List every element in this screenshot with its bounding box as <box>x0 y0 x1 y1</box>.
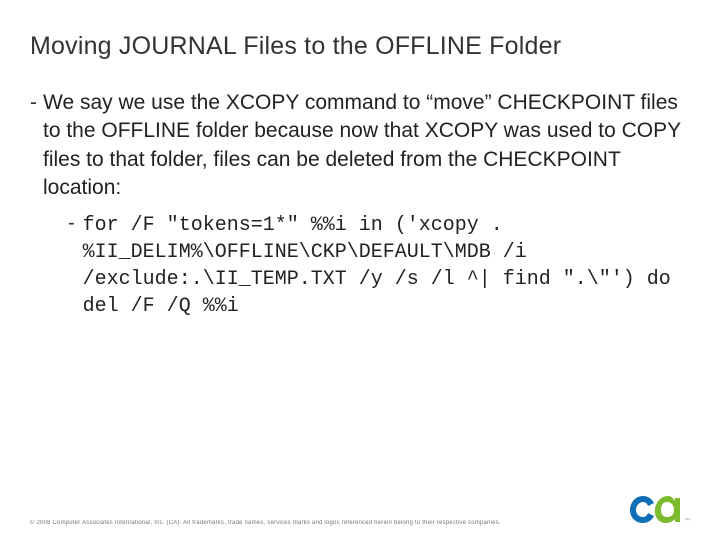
bullet-level-2: - for /F "tokens=1*" %%i in ('xcopy . %I… <box>68 212 690 320</box>
bullet-level-1: - We say we use the XCOPY command to “mo… <box>30 89 690 202</box>
bullet-dash: - <box>30 89 43 202</box>
ca-logo-icon <box>628 490 682 526</box>
copyright-text: © 2006 Computer Associates International… <box>30 520 501 526</box>
page-title: Moving JOURNAL Files to the OFFLINE Fold… <box>30 32 690 61</box>
logo-letter-c <box>630 496 654 523</box>
code-block: for /F "tokens=1*" %%i in ('xcopy . %II_… <box>83 212 690 320</box>
logo-letter-a <box>655 496 680 523</box>
bullet-text: We say we use the XCOPY command to “move… <box>43 89 690 202</box>
slide: Moving JOURNAL Files to the OFFLINE Fold… <box>0 0 720 540</box>
logo-container: ™ <box>628 490 690 526</box>
bullet-dash: - <box>68 212 83 320</box>
trademark-symbol: ™ <box>684 518 690 524</box>
footer: © 2006 Computer Associates International… <box>0 490 720 526</box>
